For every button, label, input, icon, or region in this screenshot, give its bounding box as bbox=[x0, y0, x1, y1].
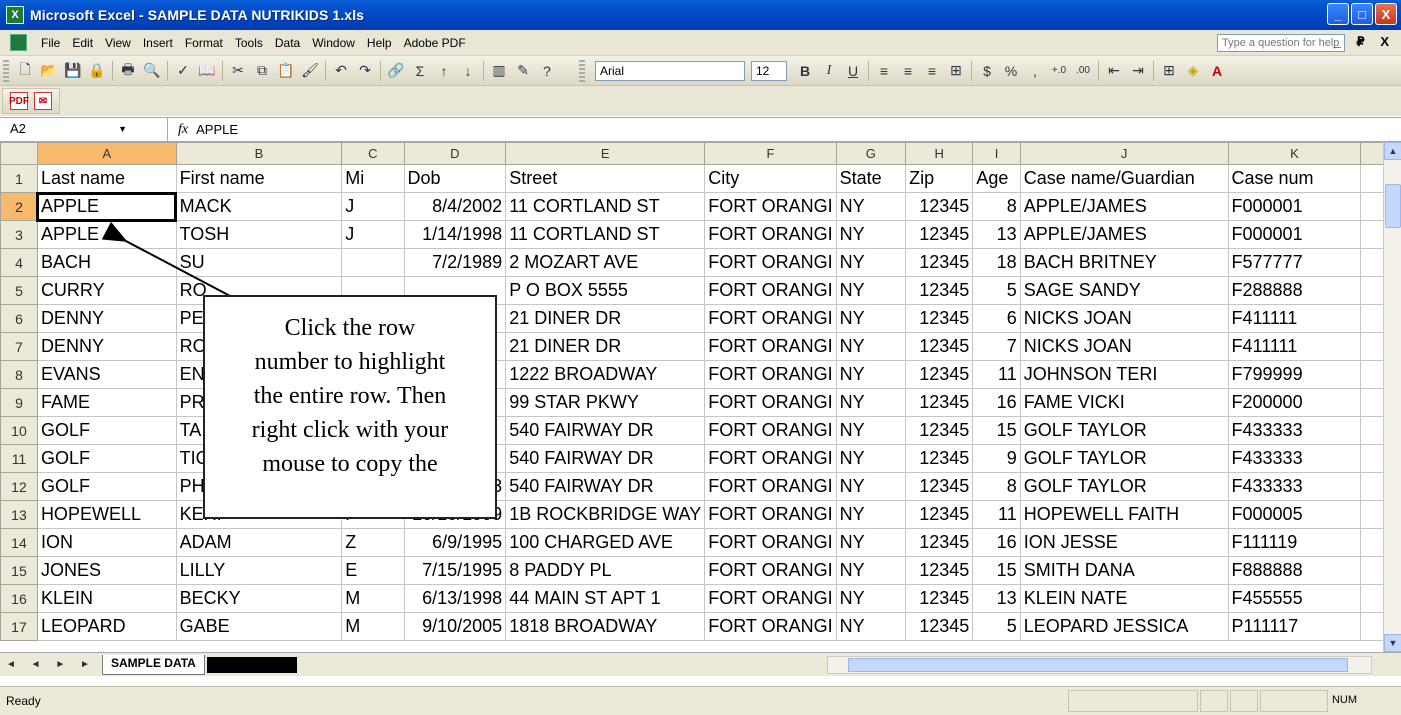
status-panel bbox=[1230, 690, 1258, 712]
num-lock-indicator: NUM bbox=[1331, 694, 1357, 706]
callout-line: mouse to copy the bbox=[262, 451, 438, 477]
callout-line: the entire row. Then bbox=[253, 383, 447, 409]
horizontal-scroll-thumb[interactable] bbox=[848, 658, 1348, 672]
status-bar: Ready NUM bbox=[0, 686, 1401, 715]
status-panel bbox=[1200, 690, 1228, 712]
tab-navigation-icons[interactable]: ◄ ◄ ► ► bbox=[6, 659, 96, 670]
horizontal-scrollbar[interactable] bbox=[827, 656, 1372, 674]
status-ready: Ready bbox=[6, 694, 41, 708]
status-panel bbox=[1260, 690, 1328, 712]
callout-line: number to highlight bbox=[254, 349, 446, 375]
redacted-tab[interactable] bbox=[206, 656, 297, 673]
callout-line: right click with your bbox=[251, 417, 449, 443]
callout-line: Click the row bbox=[284, 315, 416, 341]
instruction-callout: Click the row number to highlight the en… bbox=[203, 295, 497, 519]
tab-sample-data[interactable]: SAMPLE DATA bbox=[101, 654, 205, 675]
status-panel bbox=[1068, 690, 1198, 712]
